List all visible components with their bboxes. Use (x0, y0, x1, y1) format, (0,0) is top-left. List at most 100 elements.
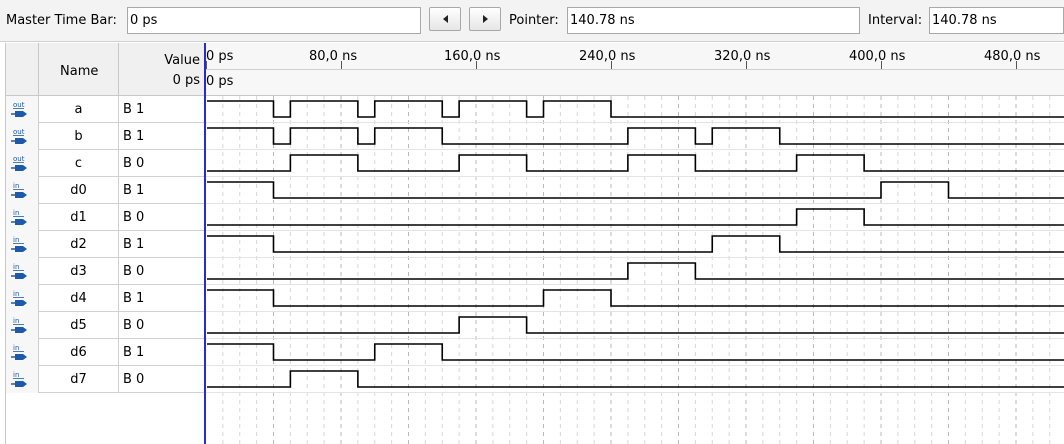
value-time-label: 0 ps (172, 73, 200, 88)
waveform-area[interactable]: 0 ps 80,0 ns 160,0 ns 240,0 ns 320,0 ns 400,0… (204, 43, 1064, 444)
waveform-d0[interactable] (207, 181, 1064, 199)
pin-body (15, 192, 27, 198)
signal-name: d6 (39, 339, 119, 366)
signal-row-d7[interactable]: in d7 B 0 (6, 366, 205, 393)
ruler-tick-mark (611, 61, 612, 69)
signal-value: B 0 (119, 150, 205, 177)
ruler-tick-label: 0 ps (206, 49, 234, 64)
pin-body (15, 381, 27, 387)
signal-row-d0[interactable]: in d0 B 1 (6, 177, 205, 204)
pin-type-text: in (13, 290, 19, 298)
name-column-header[interactable]: Name (39, 43, 119, 96)
pin-icon-cell: in (6, 339, 39, 366)
waveform-d2[interactable] (207, 235, 1064, 253)
signal-name: d5 (39, 312, 119, 339)
value-column-header[interactable]: Value 0 ps (119, 43, 205, 96)
waveform-b[interactable] (207, 127, 1064, 145)
pin-icon-cell: out (6, 150, 39, 177)
input-pin-icon: in (11, 182, 27, 198)
signal-value: B 0 (119, 204, 205, 231)
waveform-canvas[interactable] (206, 96, 1064, 444)
pin-type-text: in (13, 344, 19, 352)
pin-icon-cell: in (6, 312, 39, 339)
signal-name: d7 (39, 366, 119, 393)
signal-row-a[interactable]: out a B 1 (6, 96, 205, 123)
pin-icon-cell: in (6, 177, 39, 204)
pin-body (15, 327, 27, 333)
signal-row-d2[interactable]: in d2 B 1 (6, 231, 205, 258)
input-pin-icon: in (11, 263, 27, 279)
waveform-d5[interactable] (207, 316, 1064, 334)
signal-row-d4[interactable]: in d4 B 1 (6, 285, 205, 312)
waveform-d6[interactable] (207, 343, 1064, 361)
pin-body (15, 273, 27, 279)
signal-row-b[interactable]: out b B 1 (6, 123, 205, 150)
waveform-d3[interactable] (207, 262, 1064, 280)
pin-body (15, 246, 27, 252)
output-pin-icon: out (11, 155, 27, 171)
pin-type-text: in (13, 182, 19, 190)
signal-value: B 1 (119, 96, 205, 123)
pin-type-text: in (13, 317, 19, 325)
cursor-time-label: 0 ps (206, 74, 234, 89)
input-pin-icon: in (11, 317, 27, 333)
output-pin-icon: out (11, 128, 27, 144)
pin-icon-cell: in (6, 366, 39, 393)
pin-type-text: in (13, 209, 19, 217)
signal-value: B 1 (119, 231, 205, 258)
signal-row-c[interactable]: out c B 0 (6, 150, 205, 177)
signal-value: B 0 (119, 258, 205, 285)
signal-name: d3 (39, 258, 119, 285)
pin-icon-cell: in (6, 231, 39, 258)
signal-name: d0 (39, 177, 119, 204)
ruler-tick-label: 480,0 ns (984, 49, 1041, 64)
time-bar-toolbar: Master Time Bar: 0 ps Pointer: 140.78 ns… (0, 0, 1064, 42)
signal-value: B 0 (119, 312, 205, 339)
previous-transition-button[interactable] (429, 7, 461, 31)
signal-row-d5[interactable]: in d5 B 0 (6, 312, 205, 339)
pin-body (15, 354, 27, 360)
pin-type-text: in (13, 371, 19, 379)
interval-label: Interval: (868, 13, 923, 28)
master-time-bar-field[interactable]: 0 ps (127, 7, 421, 34)
pin-icon-cell: in (6, 258, 39, 285)
icon-column-header[interactable] (6, 43, 39, 96)
input-pin-icon: in (11, 371, 27, 387)
ruler-tick-mark (206, 61, 207, 69)
input-pin-icon: in (11, 209, 27, 225)
ruler-tick-label: 320,0 ns (714, 49, 771, 64)
waveform-c[interactable] (207, 154, 1064, 172)
node-list-panel: Name Value 0 ps out a B 1 out b B 1 out c B 0 in d… (5, 43, 205, 444)
pin-body (15, 219, 27, 225)
output-pin-icon: out (11, 101, 27, 117)
signal-name: b (39, 123, 119, 150)
signal-value: B 1 (119, 339, 205, 366)
signal-name: d1 (39, 204, 119, 231)
signal-value: B 1 (119, 177, 205, 204)
input-pin-icon: in (11, 344, 27, 360)
waveform-a[interactable] (207, 100, 1064, 118)
ruler-tick-label: 240,0 ns (579, 49, 636, 64)
pin-icon-cell: out (6, 96, 39, 123)
signal-row-d3[interactable]: in d3 B 0 (6, 258, 205, 285)
signal-name: a (39, 96, 119, 123)
waveform-d4[interactable] (207, 289, 1064, 307)
ruler-tick-mark (476, 61, 477, 69)
next-transition-button[interactable] (469, 7, 501, 31)
ruler-tick-mark (746, 61, 747, 69)
input-pin-icon: in (11, 236, 27, 252)
signal-row-d1[interactable]: in d1 B 0 (6, 204, 205, 231)
arrow-right-icon (483, 15, 488, 23)
signal-row-d6[interactable]: in d6 B 1 (6, 339, 205, 366)
waveform-d7[interactable] (207, 370, 1064, 388)
pin-icon-cell: out (6, 123, 39, 150)
time-ruler[interactable]: 0 ps 80,0 ns 160,0 ns 240,0 ns 320,0 ns 400,0… (206, 43, 1064, 96)
ruler-divider (206, 69, 1064, 70)
pointer-field[interactable]: 140.78 ns (567, 7, 860, 34)
pin-type-text: in (13, 236, 19, 244)
signal-name: d4 (39, 285, 119, 312)
interval-field[interactable]: 140.78 ns (929, 7, 1064, 34)
pin-type-text: out (13, 155, 25, 163)
ruler-tick-mark (881, 61, 882, 69)
waveform-d1[interactable] (207, 208, 1064, 226)
